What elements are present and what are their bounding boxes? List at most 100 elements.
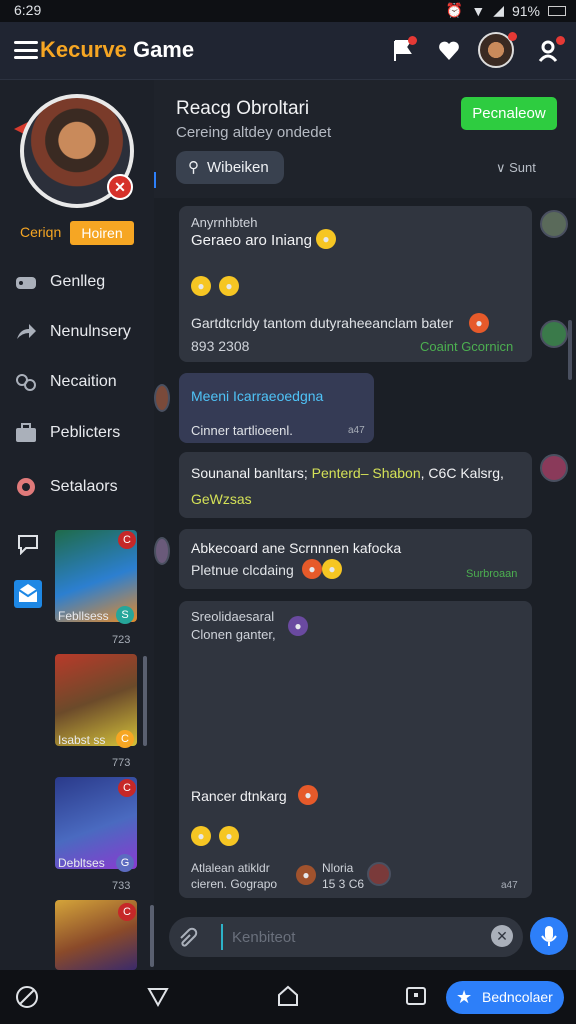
gear-icon [17,478,35,496]
message-meta-right: Surbroaan [466,568,518,580]
sidebar-item-peblicters[interactable]: Peblicters [14,418,120,448]
back-icon[interactable] [146,985,170,1009]
sidebar-item-label: Peblicters [50,424,121,441]
emoji-icon: ● [298,785,318,805]
add-friend-icon[interactable] [536,36,565,64]
link-icon [16,374,36,391]
badge-icon: C [118,531,136,549]
message-text: Gartdtcrldy tantom dutyraheeanclam bater [191,315,454,331]
chat-scrollbar[interactable] [568,320,572,380]
badge-icon: C [118,903,136,921]
avatar[interactable] [540,320,568,348]
message-input-placeholder[interactable]: Kenbiteot [232,929,295,946]
sidebar-item-nenulnsery[interactable]: Nenulnsery [14,317,131,347]
emoji-icon: ● [322,559,342,579]
star-icon: ★ [456,987,473,1007]
mic-icon [541,926,557,946]
message-time: a47 [501,880,518,891]
top-bar: Kecurve Game [0,22,576,80]
message-meta: Nloria [322,861,354,875]
status-badge: G [116,854,134,872]
message-card[interactable] [179,601,532,898]
share-arrow-icon [17,324,36,339]
message-text: Meeni Icarraeoedgna [191,388,324,404]
avatar[interactable] [154,384,170,412]
message-text: GeWzsas [191,491,252,507]
sidebar-item-necaition[interactable]: Necaition [14,367,117,397]
message-meta: 15 3 C6 [322,877,365,891]
badge-icon: C [118,779,136,797]
sort-dropdown[interactable]: ∨ Sunt [496,160,536,176]
inbox-icon[interactable] [14,580,42,608]
sidebar-item-label: Nenulnsery [50,323,131,340]
app-title-part1: Kecurve [40,37,127,62]
thumbnail-count: 723 [112,634,131,646]
home-icon[interactable] [276,984,300,1008]
thumbnail-count: 733 [112,880,131,892]
thumbnail-caption: Febllsess [58,609,109,623]
emoji-icon: ● [288,616,308,636]
signal-icon: ◢ [493,2,504,18]
message-text: Abkecoard ane Scrnnnen kafocka [191,540,402,556]
recents-icon[interactable] [405,985,427,1007]
heart-icon[interactable] [436,38,462,64]
avatar[interactable] [540,454,568,482]
message-sender: Anyrnhbteh [191,215,258,230]
avatar[interactable] [540,210,568,238]
message-time: a47 [348,425,365,436]
no-sign-icon[interactable] [14,984,40,1010]
message-meta: Atlalean atikldr [191,861,270,875]
emoji-icon: ● [316,229,336,249]
chat-action-button[interactable]: Pecnaleow [461,97,557,130]
mic-button[interactable] [530,917,568,955]
sidebar-scrollbar[interactable] [143,656,147,746]
thumbnail-count: 773 [112,757,131,769]
message-text: Cinner tartlioeenl. [191,423,293,438]
message-meta: cieren. Gograpo [191,877,278,891]
message-meta: 893 2308 [191,338,250,354]
user-avatar[interactable] [478,32,517,68]
status-icons: ⏰ ▼ ◢ 91% [446,2,566,19]
text-cursor [221,924,223,950]
message-card[interactable] [179,452,532,518]
briefcase-icon [16,423,36,442]
menu-icon[interactable] [14,41,38,59]
emoji-icon: ● [469,313,489,333]
sidebar-item-label: Necaition [50,373,117,390]
emoji-icon: ● [191,276,211,296]
avatar[interactable] [367,862,391,886]
chat-title: Reacg Obroltari [176,98,310,119]
rank-pill[interactable]: Hoiren [70,221,134,245]
message-card[interactable] [179,529,532,589]
message-text-part: Sounanal banltars; [191,465,308,481]
alarm-icon: ⏰ [445,2,464,18]
sidebar-item-label: Genlleg [50,273,106,290]
avatar[interactable] [154,537,170,565]
status-badge: C [116,730,134,748]
message-sender: Sreolidaesaral [191,609,275,624]
message-text: Geraeo aro Iniang [191,232,312,249]
fab-button[interactable]: ★ Bedncolaer [446,981,564,1014]
chat-bubble-icon[interactable] [16,533,40,555]
app-title: Kecurve Game [40,37,194,63]
flag-icon[interactable] [390,36,417,64]
attach-icon[interactable] [176,926,200,948]
message-highlight: Penterd– Shabon [307,465,421,481]
sidebar-item-setalaors[interactable]: Setalaors [14,472,118,502]
message-text: Rancer dtnkarg [191,788,287,804]
search-icon: ⚲ [188,159,199,176]
thumbnail-caption: Isabst ss [58,733,106,747]
clear-icon[interactable]: ✕ [491,925,513,947]
message-meta-right: Coaint Gcornicn [420,339,514,354]
rank-label: Ceriqn [20,224,62,240]
emoji-icon: ● [219,826,239,846]
emoji-icon: ● [219,276,239,296]
battery-text: 91% [511,2,540,19]
battery-icon [548,5,566,16]
sidebar-item-genlleg[interactable]: Genlleg [14,267,105,297]
emoji-icon: ● [191,826,211,846]
search-chip[interactable]: ⚲ Wibeiken [176,151,284,184]
fab-label: Bedncolaer [482,989,553,1005]
accent-mark [154,172,160,188]
close-badge-icon[interactable]: ✕ [107,174,133,200]
